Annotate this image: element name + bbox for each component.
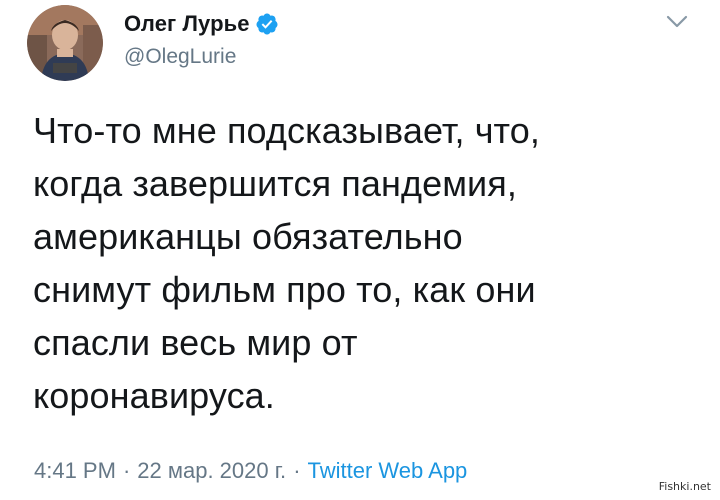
name-row: Олег Лурье [124,9,279,39]
display-name[interactable]: Олег Лурье [124,11,250,37]
profile-photo-icon [27,5,103,81]
tweet-time[interactable]: 4:41 PM [34,458,116,483]
tweet-date[interactable]: 22 мар. 2020 г. [137,458,286,483]
user-info: Олег Лурье @OlegLurie [124,9,279,69]
avatar[interactable] [27,5,103,81]
tweet-text: Что-то мне подсказывает, что, когда заве… [33,110,540,416]
tweet-card: Олег Лурье @OlegLurie Что-то мне подсказ… [0,0,720,500]
meta-separator: · [122,458,131,483]
meta-separator: · [293,458,301,483]
tweet-meta: 4:41 PM · 22 мар. 2020 г. · Twitter Web App [34,458,467,484]
user-handle[interactable]: @OlegLurie [124,45,279,69]
watermark: Fishki.net [655,479,714,494]
tweet-source-link[interactable]: Twitter Web App [308,458,468,483]
verified-badge-icon [255,12,279,36]
chevron-down-icon[interactable] [664,12,690,32]
